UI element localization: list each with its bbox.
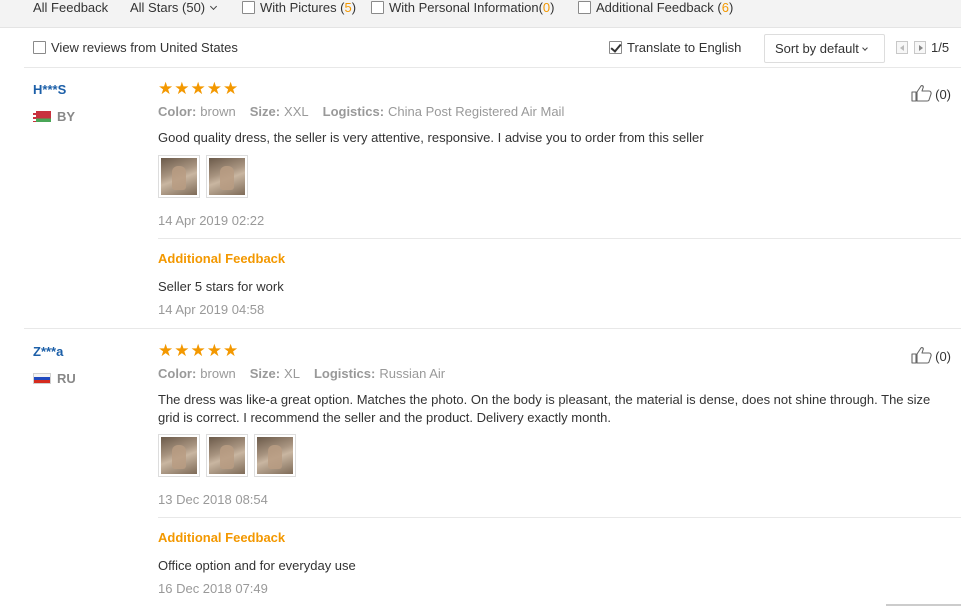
additional-feedback-filter[interactable]: Additional Feedback (6) xyxy=(578,0,733,16)
country-code: BY xyxy=(57,109,76,124)
chevron-down-icon xyxy=(210,2,218,11)
additional-label: Additional Feedback ( xyxy=(596,0,722,15)
size-value: XXL xyxy=(284,104,309,119)
checkbox-icon[interactable] xyxy=(33,41,46,54)
sort-label: Sort by default xyxy=(775,41,859,56)
review-photo-thumbnail[interactable] xyxy=(206,155,248,198)
color-value: brown xyxy=(200,104,236,119)
checkbox-icon[interactable] xyxy=(578,1,591,14)
review-text: Good quality dress, the seller is very a… xyxy=(158,130,704,145)
all-stars-dropdown[interactable]: All Stars (50) xyxy=(130,0,218,16)
reviewer-name: H***S xyxy=(33,82,67,97)
checkbox-icon[interactable] xyxy=(371,1,384,14)
logistics-value: Russian Air xyxy=(379,366,446,381)
flag-icon xyxy=(33,373,51,384)
thumbs-up-icon xyxy=(911,347,932,364)
additional-feedback-text: Office option and for everyday use xyxy=(158,558,356,573)
view-us-label: View reviews from United States xyxy=(51,40,238,55)
review-photo-thumbnail[interactable] xyxy=(254,434,296,477)
with-pictures-label: With Pictures ( xyxy=(260,0,345,15)
color-value: brown xyxy=(200,366,236,381)
helpful-button[interactable]: (0) xyxy=(911,346,951,364)
country-code: RU xyxy=(57,371,76,386)
divider xyxy=(158,238,961,239)
with-pictures-count: 5 xyxy=(344,0,352,15)
options-bar: View reviews from United States Translat… xyxy=(24,28,961,68)
size-label: Size: xyxy=(249,104,281,119)
all-feedback-tab[interactable]: All Feedback xyxy=(33,0,108,16)
reviewer-name: Z***a xyxy=(33,344,64,359)
review-item: H***S BY ★★★★★ Color: brown Size: XXL Logist… xyxy=(24,68,961,329)
filter-bar: All Feedback All Stars (50) With Picture… xyxy=(0,0,961,28)
translate-label: Translate to English xyxy=(627,40,742,55)
review-photo-thumbnail[interactable] xyxy=(158,434,200,477)
additional-count: 6 xyxy=(721,0,729,15)
review-date: 14 Apr 2019 02:22 xyxy=(158,213,265,228)
checkbox-icon[interactable] xyxy=(242,1,255,14)
flag-icon xyxy=(33,111,51,122)
with-pictures-filter[interactable]: With Pictures (5) xyxy=(242,0,356,16)
review-photos xyxy=(158,155,248,198)
star-rating: ★★★★★ xyxy=(158,79,240,98)
additional-feedback-date: 14 Apr 2019 04:58 xyxy=(158,302,265,317)
additional-feedback-date: 16 Dec 2018 07:49 xyxy=(158,581,268,596)
chevron-down-icon xyxy=(861,45,868,51)
helpful-button[interactable]: (0) xyxy=(911,84,951,102)
review-text: The dress was like-a great option. Match… xyxy=(158,392,931,425)
divider xyxy=(158,517,961,518)
paren: ) xyxy=(728,0,734,15)
sort-dropdown[interactable]: Sort by default xyxy=(764,34,885,63)
helpful-count: (0) xyxy=(935,87,951,102)
helpful-count: (0) xyxy=(935,349,951,364)
review-item: Z***a RU ★★★★★ Color: brown Size: XL Logisti… xyxy=(24,330,961,606)
logistics-label: Logistics: xyxy=(313,366,376,381)
logistics-label: Logistics: xyxy=(322,104,385,119)
additional-feedback-title: Additional Feedback xyxy=(158,251,286,266)
prev-page-icon[interactable] xyxy=(896,41,908,54)
paren: ) xyxy=(550,0,555,15)
with-personal-info-filter[interactable]: With Personal Information(0) xyxy=(371,0,554,16)
color-label: Color: xyxy=(158,366,197,381)
star-rating: ★★★★★ xyxy=(158,341,240,360)
with-personal-label: With Personal Information( xyxy=(389,0,543,15)
additional-feedback-text: Seller 5 stars for work xyxy=(158,279,284,294)
size-value: XL xyxy=(284,366,300,381)
review-attributes: Color: brown Size: XXL Logistics: China Post … xyxy=(158,104,564,119)
color-label: Color: xyxy=(158,104,197,119)
logistics-value: China Post Registered Air Mail xyxy=(388,104,565,119)
checkbox-checked-icon[interactable] xyxy=(609,41,622,54)
all-stars-label: All Stars (50) xyxy=(130,0,206,15)
next-page-icon[interactable] xyxy=(914,41,926,54)
page-indicator: 1/5 xyxy=(931,40,950,55)
review-photos xyxy=(158,434,296,477)
size-label: Size: xyxy=(249,366,281,381)
reviewer-country: BY xyxy=(33,109,75,124)
reviewer-country: RU xyxy=(33,371,76,386)
review-photo-thumbnail[interactable] xyxy=(158,155,200,198)
review-date: 13 Dec 2018 08:54 xyxy=(158,492,268,507)
additional-feedback-title: Additional Feedback xyxy=(158,530,286,545)
view-us-filter[interactable]: View reviews from United States xyxy=(33,40,238,55)
review-attributes: Color: brown Size: XL Logistics: Russian Air xyxy=(158,366,445,381)
review-photo-thumbnail[interactable] xyxy=(206,434,248,477)
paren: ) xyxy=(351,0,357,15)
translate-toggle[interactable]: Translate to English xyxy=(609,40,741,55)
thumbs-up-icon xyxy=(911,85,932,102)
